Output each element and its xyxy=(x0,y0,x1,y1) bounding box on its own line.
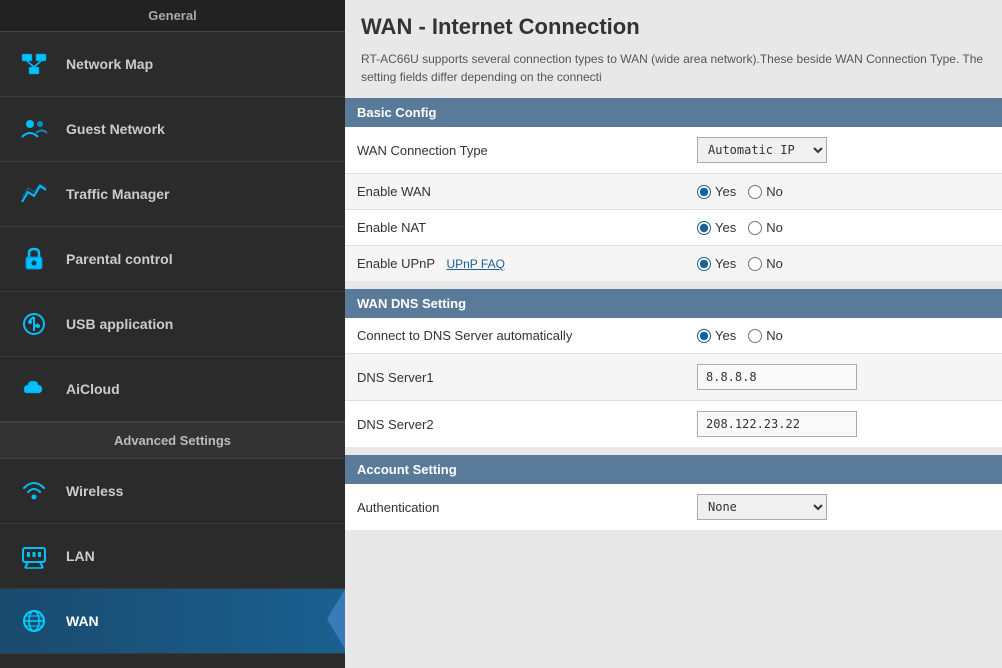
wan-connection-type-label: WAN Connection Type xyxy=(345,127,685,174)
enable-wan-yes-radio[interactable] xyxy=(697,185,711,199)
enable-upnp-no-label[interactable]: No xyxy=(748,256,783,271)
dns-auto-radio-group: Yes No xyxy=(697,328,990,343)
account-setting-table: Authentication None PAP CHAP MSCHAP MSCH… xyxy=(345,484,1002,530)
sidebar-item-parental-control-label: Parental control xyxy=(66,251,173,267)
sidebar-item-wan-label: WAN xyxy=(66,613,99,629)
enable-wan-label: Enable WAN xyxy=(345,174,685,210)
general-section-label: General xyxy=(0,0,345,32)
enable-nat-yes-label[interactable]: Yes xyxy=(697,220,736,235)
upnp-faq-link[interactable]: UPnP FAQ xyxy=(446,257,504,271)
enable-wan-no-label[interactable]: No xyxy=(748,184,783,199)
dns-auto-no-label[interactable]: No xyxy=(748,328,783,343)
wan-connection-type-row: WAN Connection Type Automatic IP PPPoE P… xyxy=(345,127,1002,174)
enable-upnp-label: Enable UPnP UPnP FAQ xyxy=(345,246,685,282)
advanced-settings-label: Advanced Settings xyxy=(0,422,345,459)
sidebar-item-wireless-label: Wireless xyxy=(66,483,123,499)
parental-control-icon xyxy=(16,241,52,277)
basic-config-section: Basic Config WAN Connection Type Automat… xyxy=(345,98,1002,281)
enable-wan-row: Enable WAN Yes No xyxy=(345,174,1002,210)
account-setting-header: Account Setting xyxy=(345,455,1002,484)
enable-upnp-row: Enable UPnP UPnP FAQ Yes No xyxy=(345,246,1002,282)
dns-server1-row: DNS Server1 xyxy=(345,354,1002,401)
enable-upnp-radio-group: Yes No xyxy=(697,256,990,271)
enable-nat-radio-group: Yes No xyxy=(697,220,990,235)
dns-server2-input[interactable] xyxy=(697,411,857,437)
sidebar-item-usb-application[interactable]: USB application xyxy=(0,292,345,357)
wan-dns-header: WAN DNS Setting xyxy=(345,289,1002,318)
sidebar-item-guest-network[interactable]: Guest Network xyxy=(0,97,345,162)
dns-server1-label: DNS Server1 xyxy=(345,354,685,401)
usb-application-icon xyxy=(16,306,52,342)
sidebar-item-network-map-label: Network Map xyxy=(66,56,153,72)
sidebar: General Network Map xyxy=(0,0,345,668)
enable-wan-no-radio[interactable] xyxy=(748,185,762,199)
sidebar-item-lan-label: LAN xyxy=(66,548,95,564)
sidebar-item-traffic-manager-label: Traffic Manager xyxy=(66,186,169,202)
section-gap-1 xyxy=(345,281,1002,289)
section-gap-2 xyxy=(345,447,1002,455)
guest-network-icon xyxy=(16,111,52,147)
sidebar-item-aicloud[interactable]: AiCloud xyxy=(0,357,345,422)
enable-upnp-yes-radio[interactable] xyxy=(697,257,711,271)
dns-auto-row: Connect to DNS Server automatically Yes … xyxy=(345,318,1002,354)
enable-upnp-no-radio[interactable] xyxy=(748,257,762,271)
traffic-manager-icon xyxy=(16,176,52,212)
main-content: WAN - Internet Connection RT-AC66U suppo… xyxy=(345,0,1002,668)
sidebar-item-traffic-manager[interactable]: Traffic Manager xyxy=(0,162,345,227)
dns-server1-input[interactable] xyxy=(697,364,857,390)
main-layout: General Network Map xyxy=(0,0,1002,668)
basic-config-header: Basic Config xyxy=(345,98,1002,127)
enable-nat-row: Enable NAT Yes No xyxy=(345,210,1002,246)
enable-upnp-yes-label[interactable]: Yes xyxy=(697,256,736,271)
authentication-select[interactable]: None PAP CHAP MSCHAP MSCHAPv2 xyxy=(697,494,827,520)
sidebar-item-lan[interactable]: LAN xyxy=(0,524,345,589)
network-map-icon xyxy=(16,46,52,82)
sidebar-item-guest-network-label: Guest Network xyxy=(66,121,165,137)
enable-wan-yes-label[interactable]: Yes xyxy=(697,184,736,199)
wan-icon xyxy=(16,603,52,639)
sidebar-item-usb-application-label: USB application xyxy=(66,316,173,332)
page-description: RT-AC66U supports several connection typ… xyxy=(345,50,1002,98)
dns-auto-yes-radio[interactable] xyxy=(697,329,711,343)
wan-dns-section: WAN DNS Setting Connect to DNS Server au… xyxy=(345,289,1002,447)
dns-auto-no-radio[interactable] xyxy=(748,329,762,343)
sidebar-item-parental-control[interactable]: Parental control xyxy=(0,227,345,292)
sidebar-item-wireless[interactable]: Wireless xyxy=(0,459,345,524)
sidebar-item-aicloud-label: AiCloud xyxy=(66,381,120,397)
dns-server2-label: DNS Server2 xyxy=(345,401,685,448)
sidebar-item-wan[interactable]: WAN xyxy=(0,589,345,654)
lan-icon xyxy=(16,538,52,574)
dns-auto-yes-label[interactable]: Yes xyxy=(697,328,736,343)
wan-dns-table: Connect to DNS Server automatically Yes … xyxy=(345,318,1002,447)
authentication-label: Authentication xyxy=(345,484,685,530)
enable-nat-no-radio[interactable] xyxy=(748,221,762,235)
authentication-row: Authentication None PAP CHAP MSCHAP MSCH… xyxy=(345,484,1002,530)
enable-wan-radio-group: Yes No xyxy=(697,184,990,199)
sidebar-item-network-map[interactable]: Network Map xyxy=(0,32,345,97)
aicloud-icon xyxy=(16,371,52,407)
dns-server2-row: DNS Server2 xyxy=(345,401,1002,448)
wan-connection-type-select[interactable]: Automatic IP PPPoE PPTP L2TP Static IP xyxy=(697,137,827,163)
enable-nat-label: Enable NAT xyxy=(345,210,685,246)
page-title: WAN - Internet Connection xyxy=(345,0,1002,50)
wireless-icon xyxy=(16,473,52,509)
dns-auto-label: Connect to DNS Server automatically xyxy=(345,318,685,354)
enable-nat-no-label[interactable]: No xyxy=(748,220,783,235)
basic-config-table: WAN Connection Type Automatic IP PPPoE P… xyxy=(345,127,1002,281)
enable-nat-yes-radio[interactable] xyxy=(697,221,711,235)
account-setting-section: Account Setting Authentication None PAP … xyxy=(345,455,1002,530)
